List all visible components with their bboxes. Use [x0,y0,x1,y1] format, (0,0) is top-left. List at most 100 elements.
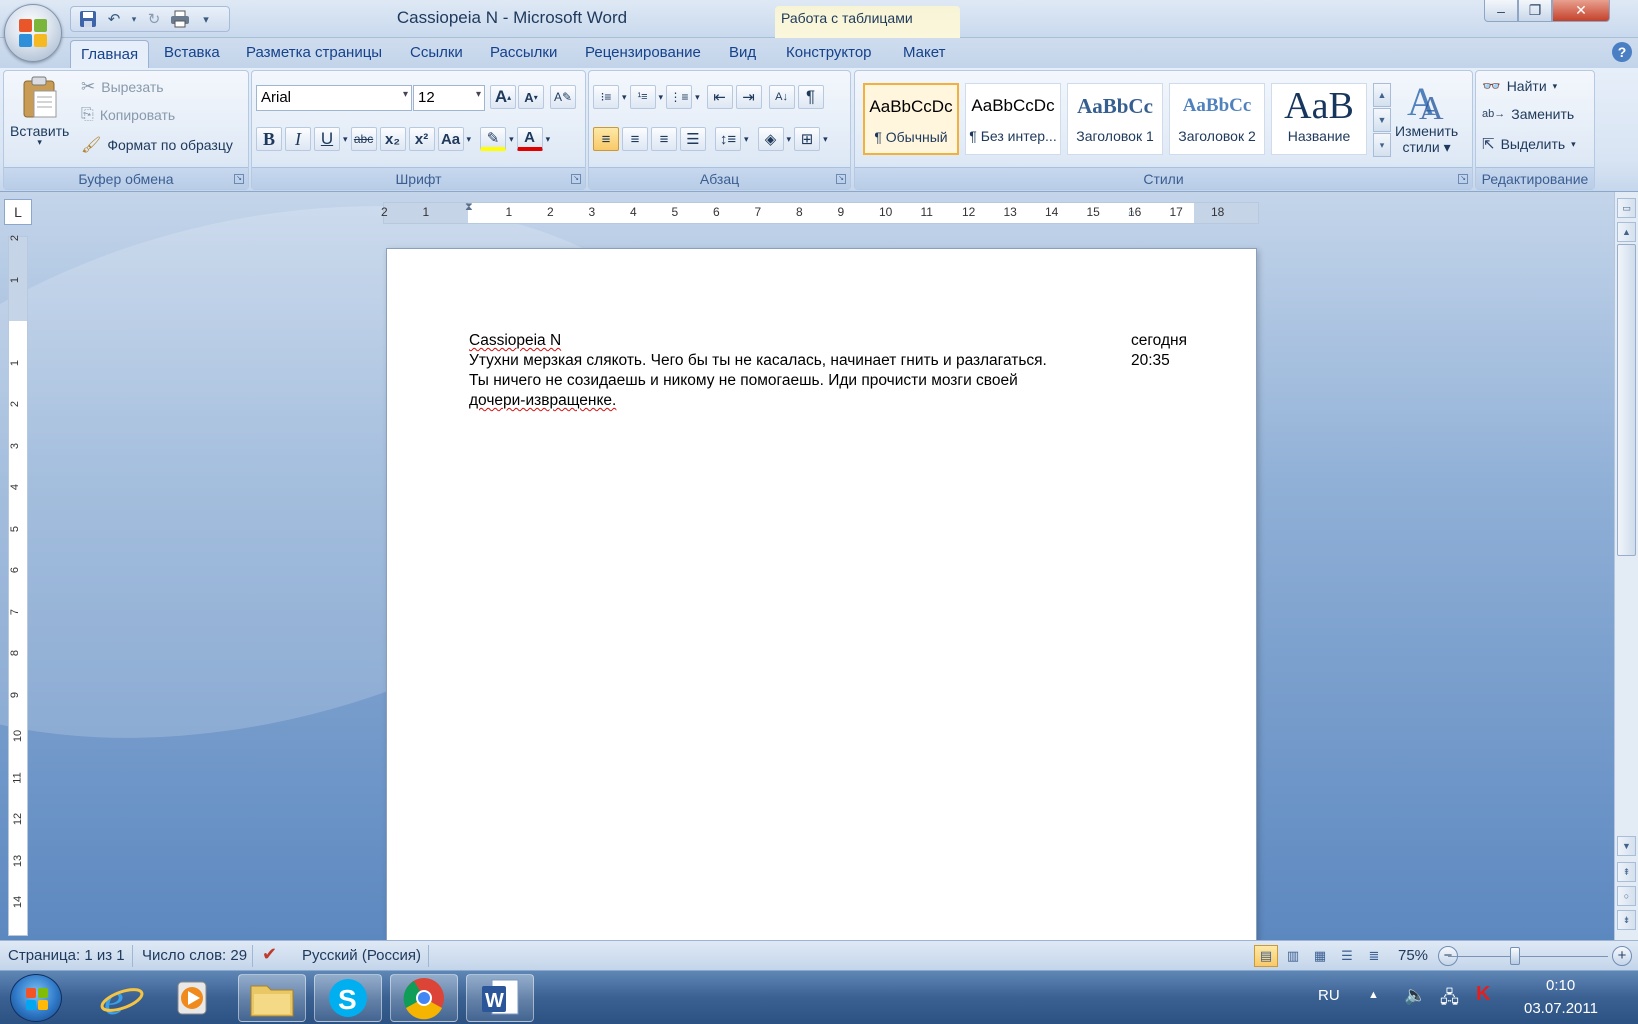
styles-scroll-down-icon[interactable]: ▼ [1373,108,1391,132]
help-icon[interactable]: ? [1612,42,1632,62]
bullets-dropdown-icon[interactable]: ▾ [622,92,627,103]
tab-selector[interactable]: L [4,199,32,225]
tab-references[interactable]: Ссылки [410,44,463,61]
styles-launcher-icon[interactable]: ↘ [1458,174,1468,184]
tab-insert[interactable]: Вставка [164,44,220,61]
underline-dropdown-icon[interactable]: ▾ [343,134,348,145]
italic-button[interactable]: I [285,127,311,151]
document-page[interactable]: Cassiopeia N сегодня 20:35 Утухни мерзка… [386,248,1257,940]
font-size-combo[interactable]: 12 ▾ [413,85,485,111]
show-marks-icon[interactable]: ¶ [797,85,824,109]
paragraph-launcher-icon[interactable]: ↘ [836,174,846,184]
change-case-dropdown-icon[interactable]: ▾ [467,134,472,145]
web-layout-icon[interactable]: ▦ [1308,945,1332,967]
undo-dropdown-icon[interactable]: ▾ [129,9,139,29]
font-size-dropdown-icon[interactable]: ▾ [476,89,481,100]
highlight-dropdown-icon[interactable]: ▾ [509,134,514,145]
browse-object-icon[interactable]: ○ [1617,886,1636,906]
zoom-in-icon[interactable]: + [1612,946,1632,966]
tab-view[interactable]: Вид [729,44,756,61]
styles-more-icon[interactable]: ▾ [1373,133,1391,157]
start-button[interactable] [10,974,62,1022]
clock-time[interactable]: 0:10 [1546,977,1575,994]
cut-button[interactable]: ✂ Вырезать [81,77,164,97]
word-taskbar-icon[interactable]: W [466,974,534,1022]
close-button[interactable]: ✕ [1552,0,1610,22]
numbering-dropdown-icon[interactable]: ▾ [659,92,664,103]
doc-time[interactable]: 20:35 [1131,351,1170,371]
font-name-combo[interactable]: Arial ▾ [256,85,412,111]
decrease-indent-icon[interactable]: ⇤ [706,85,733,109]
style-heading-1[interactable]: AaBbCc Заголовок 1 [1067,83,1163,155]
style-normal[interactable]: AaBbCcDc ¶ Обычный [863,83,959,155]
tab-page-layout[interactable]: Разметка страницы [246,44,382,61]
print-icon[interactable] [169,9,191,29]
change-styles-button[interactable]: AA Изменить стили ▾ [1395,75,1458,156]
borders-dropdown-icon[interactable]: ▾ [823,134,828,145]
horizontal-ruler[interactable]: 2 1 1 2 3 4 5 6 7 8 9 10 11 12 13 14 15 16 17 18 ⧗ ⌂ [381,201,1259,224]
explorer-icon[interactable] [238,974,306,1022]
full-screen-reading-icon[interactable]: ▥ [1281,945,1305,967]
vertical-ruler[interactable]: 2 1 1 2 3 4 5 6 7 8 9 10 11 12 13 14 [8,235,28,936]
select-button[interactable]: ⇱ Выделить ▾ [1482,135,1576,153]
borders-icon[interactable]: ⊞ [794,127,821,151]
font-launcher-icon[interactable]: ↘ [571,174,581,184]
subscript-button[interactable]: x₂ [379,127,406,151]
superscript-button[interactable]: x² [408,127,435,151]
undo-icon[interactable]: ↶ [103,9,125,29]
numbering-icon[interactable]: ¹≡ [629,85,656,109]
format-painter-button[interactable]: 🖌 Формат по образцу [81,135,233,155]
grow-font-icon[interactable]: A ▴ [490,85,516,109]
tab-mailings[interactable]: Рассылки [490,44,557,61]
doc-author[interactable]: Cassiopeia N [469,331,561,351]
ruler-toggle-icon[interactable]: ▭ [1617,198,1636,218]
style-no-spacing[interactable]: AaBbCcDc ¶ Без интер... [965,83,1061,155]
antivirus-icon[interactable]: K [1476,983,1490,1006]
align-right-icon[interactable]: ≡ [651,127,677,151]
style-title[interactable]: AaB Название [1271,83,1367,155]
clipboard-launcher-icon[interactable]: ↘ [234,174,244,184]
line-spacing-dropdown-icon[interactable]: ▾ [744,134,749,145]
office-button[interactable] [4,4,62,62]
shading-dropdown-icon[interactable]: ▾ [787,134,792,145]
next-page-icon[interactable]: ⇟ [1617,910,1636,930]
restore-button[interactable]: ❐ [1518,0,1552,22]
styles-scroll-up-icon[interactable]: ▲ [1373,83,1391,107]
style-heading-2[interactable]: AaBbCc Заголовок 2 [1169,83,1265,155]
redo-icon[interactable]: ↻ [143,9,165,29]
zoom-slider-thumb[interactable] [1510,947,1520,965]
zoom-level[interactable]: 75% [1398,947,1428,964]
doc-date[interactable]: сегодня [1131,331,1187,351]
shrink-font-icon[interactable]: A ▾ [518,85,544,109]
minimize-button[interactable]: – [1484,0,1518,22]
proofing-icon[interactable]: ✔ [262,944,277,965]
doc-line-1[interactable]: Утухни мерзкая слякоть. Чего бы ты не ка… [469,351,1047,371]
doc-line-2[interactable]: Ты ничего не созидаешь и никому не помог… [469,371,1018,391]
clear-formatting-icon[interactable]: A✎ [550,85,576,109]
sort-icon[interactable]: A↓ [768,85,795,109]
scroll-thumb[interactable] [1617,244,1636,556]
media-player-icon[interactable] [158,974,226,1022]
align-left-icon[interactable]: ≡ [593,127,619,151]
paste-button[interactable]: Вставить ▾ [10,75,69,148]
bullets-icon[interactable]: ⁝≡ [593,85,619,109]
previous-page-icon[interactable]: ⇞ [1617,862,1636,882]
input-language[interactable]: RU [1318,987,1340,1004]
customize-qat-icon[interactable]: ▾ [195,9,217,29]
left-indent-marker-icon[interactable]: ⧗ [465,201,473,214]
justify-icon[interactable]: ☰ [680,127,706,151]
save-icon[interactable] [77,9,99,29]
increase-indent-icon[interactable]: ⇥ [735,85,762,109]
shading-icon[interactable]: ◈ [757,127,784,151]
vertical-scrollbar[interactable]: ▭ ▲ ▼ ⇞ ○ ⇟ [1614,192,1638,940]
font-color-icon[interactable]: A [516,127,543,151]
scroll-down-icon[interactable]: ▼ [1617,836,1636,856]
print-layout-view-icon[interactable]: ▤ [1254,945,1278,967]
multilevel-dropdown-icon[interactable]: ▾ [695,92,700,103]
chrome-icon[interactable] [390,974,458,1022]
highlight-icon[interactable]: ✎ [480,127,507,151]
status-language[interactable]: Русский (Россия) [302,947,421,964]
underline-button[interactable]: U [314,127,340,151]
status-word-count[interactable]: Число слов: 29 [142,947,247,964]
font-name-dropdown-icon[interactable]: ▾ [403,89,408,100]
